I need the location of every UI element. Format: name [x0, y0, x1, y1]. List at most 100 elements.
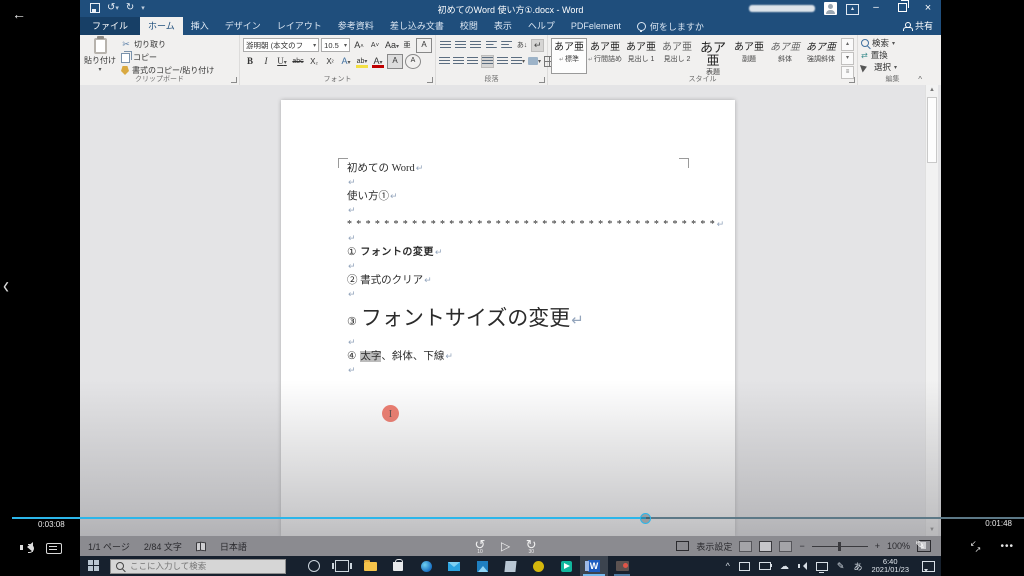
vertical-scrollbar[interactable]: ▲ ▼ [925, 85, 938, 536]
character-border-button[interactable]: A [416, 38, 432, 53]
document-line[interactable]: 使い方① [347, 190, 681, 204]
show-paragraph-marks-button[interactable]: ↵ [531, 39, 544, 52]
action-center-icon[interactable] [922, 561, 935, 572]
taskbar-clock[interactable]: 6:40 2021/01/23 [871, 558, 909, 575]
tablet-icon[interactable] [739, 562, 750, 571]
ruby-button[interactable]: 亜 [400, 39, 414, 52]
annotation-pencil-icon[interactable]: ✎ [915, 538, 925, 552]
ime-indicator[interactable]: あ [853, 560, 862, 573]
styles-dialog-launcher[interactable] [849, 77, 855, 83]
page-count[interactable]: 1/1 ページ [88, 540, 130, 553]
bullets-button[interactable] [439, 39, 451, 52]
battery-icon[interactable] [759, 562, 771, 570]
style-emphasis[interactable]: あア亜 斜体 [767, 38, 803, 74]
tab-references[interactable]: 参考資料 [330, 17, 382, 35]
style-title[interactable]: あア亜 表題 [695, 38, 731, 74]
document-line[interactable] [347, 176, 681, 190]
gallery-up-icon[interactable]: ▴ [841, 38, 854, 51]
tab-review[interactable]: 校閲 [452, 17, 486, 35]
document-page[interactable]: 初めての Word 使い方① * * * * * * * * * * * * *… [281, 100, 735, 536]
rewind-10-button[interactable]: ↺10 [472, 538, 488, 554]
tab-file[interactable]: ファイル [80, 17, 140, 35]
scroll-up-icon[interactable]: ▲ [926, 85, 938, 96]
collapse-ribbon-icon[interactable]: ^ [918, 75, 922, 84]
tell-me-assistant[interactable]: 何をしますか [629, 17, 712, 35]
strikethrough-button[interactable]: abc [291, 55, 305, 68]
document-line[interactable]: 初めての Word [347, 162, 681, 176]
document-line-heading[interactable]: ③フォントサイズの変更 [347, 302, 681, 336]
tab-mailings[interactable]: 差し込み文書 [382, 17, 452, 35]
minimize-button[interactable]: – [863, 0, 889, 17]
paste-button[interactable]: 貼り付け ▾ [83, 37, 117, 74]
numbering-button[interactable] [454, 39, 466, 52]
tab-insert[interactable]: 挿入 [183, 17, 217, 35]
document-line[interactable] [347, 204, 681, 218]
screen-recorder-button[interactable] [608, 556, 636, 576]
pen-icon[interactable]: ✎ [837, 561, 845, 572]
tab-layout[interactable]: レイアウト [269, 17, 330, 35]
char-count[interactable]: 2/84 文字 [144, 540, 182, 553]
search-input[interactable] [128, 560, 272, 572]
cloud-icon[interactable]: ☁ [780, 561, 789, 572]
cut-button[interactable]: ✂ 切り取り [121, 39, 214, 50]
tab-help[interactable]: ヘルプ [520, 17, 563, 35]
taskbar-search[interactable] [110, 559, 286, 574]
italic-button[interactable]: I [259, 55, 273, 68]
line-spacing-button[interactable]: ▾ [511, 55, 525, 68]
superscript-button[interactable]: X² [323, 55, 337, 68]
video-editor-button[interactable] [552, 556, 580, 576]
find-button[interactable]: 検索 ▾ [861, 37, 924, 49]
style-heading2[interactable]: あア亜 見出し 2 [659, 38, 695, 74]
font-dialog-launcher[interactable] [427, 77, 433, 83]
shrink-player-icon[interactable]: ↙ ↗ [970, 541, 984, 554]
cortana-button[interactable] [300, 556, 328, 576]
document-line[interactable]: ② 書式のクリア [347, 274, 681, 288]
font-color-button[interactable]: A▾ [371, 55, 385, 68]
task-view-button[interactable] [328, 556, 356, 576]
align-left-button[interactable] [439, 55, 450, 68]
ribbon-display-options-icon[interactable]: ▴ [846, 4, 859, 15]
zoom-in-button[interactable]: + [875, 541, 880, 551]
subscript-button[interactable]: X₂ [307, 55, 321, 68]
style-subtitle[interactable]: あア亜 副題 [731, 38, 767, 74]
decrease-indent-button[interactable] [485, 39, 497, 52]
change-case-button[interactable]: Aa▾ [384, 39, 398, 52]
document-line[interactable] [347, 364, 681, 378]
close-button[interactable]: × [915, 0, 941, 17]
font-name-combo[interactable]: 游明朝 (本文のフ▾ [243, 38, 319, 52]
shrink-font-button[interactable]: A˅ [368, 39, 382, 52]
file-explorer-button[interactable] [356, 556, 384, 576]
more-options-icon[interactable]: ••• [1000, 541, 1014, 552]
document-line[interactable] [347, 260, 681, 274]
zoom-level[interactable]: 100% [887, 541, 910, 551]
grow-font-button[interactable]: A˄ [352, 39, 366, 52]
align-right-button[interactable] [467, 55, 478, 68]
onenote-button[interactable] [496, 556, 524, 576]
tab-view[interactable]: 表示 [486, 17, 520, 35]
gallery-down-icon[interactable]: ▾ [841, 52, 854, 65]
read-mode-button[interactable] [739, 541, 752, 552]
align-center-button[interactable] [453, 55, 464, 68]
tab-pdfelement[interactable]: PDFelement [563, 17, 629, 35]
document-line[interactable]: ①フォントの変更 [347, 246, 681, 260]
shading-button[interactable]: ▾ [528, 55, 541, 68]
underline-button[interactable]: U▾ [275, 55, 289, 68]
proofing-icon[interactable] [196, 542, 206, 550]
print-layout-button[interactable] [759, 541, 772, 552]
bold-button[interactable]: B [243, 55, 257, 68]
paragraph-dialog-launcher[interactable] [539, 77, 545, 83]
document-line[interactable] [347, 232, 681, 246]
forward-30-button[interactable]: ↻30 [523, 538, 539, 554]
display-icon[interactable] [816, 562, 828, 571]
zoom-out-button[interactable]: − [799, 541, 804, 551]
account-avatar[interactable] [824, 2, 837, 15]
clipboard-dialog-launcher[interactable] [231, 77, 237, 83]
speaker-icon[interactable] [20, 542, 34, 553]
style-heading1[interactable]: あア亜 見出し 1 [623, 38, 659, 74]
font-size-combo[interactable]: 10.5▾ [321, 38, 350, 52]
store-button[interactable] [384, 556, 412, 576]
increase-indent-button[interactable] [501, 39, 513, 52]
scroll-down-icon[interactable]: ▼ [926, 525, 938, 536]
style-no-spacing[interactable]: あア亜 行間詰め [587, 38, 623, 74]
style-normal[interactable]: あア亜 標準 [551, 38, 587, 74]
